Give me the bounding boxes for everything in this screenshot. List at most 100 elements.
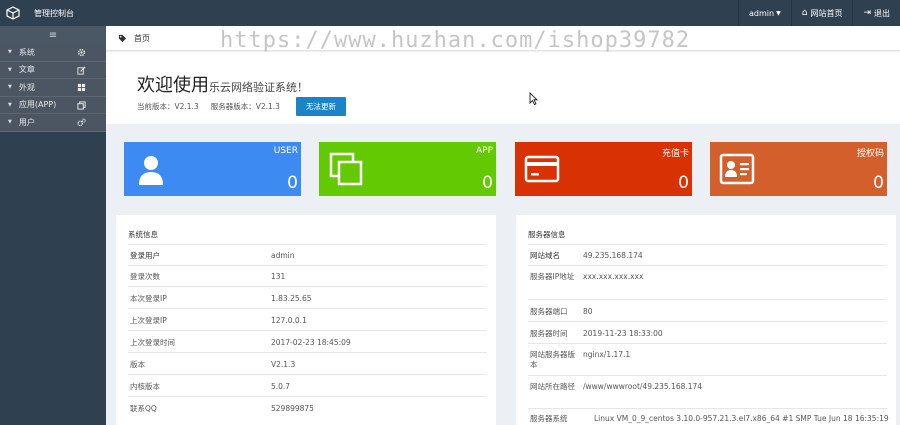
logout-icon: ⇥ xyxy=(863,8,871,18)
logout-label: 退出 xyxy=(874,8,890,18)
row-key: 服务器端口 xyxy=(530,307,568,316)
panel-title: 服务器信息 xyxy=(528,230,566,239)
row-value: 2019-11-23 18:33:00 xyxy=(583,329,663,338)
table-row: 网站所在路径 /www/wwwroot/49.235.168.174 xyxy=(528,375,887,408)
stat-card-app[interactable]: APP 0 xyxy=(319,142,496,196)
table-row: 本次登录IP 1.83.25.65 xyxy=(128,286,487,308)
table-row: 内核版本 5.0.7 xyxy=(128,374,487,396)
table-row: 网站域名 49.235.168.174 xyxy=(528,244,887,265)
welcome-heading: 欢迎使用乐云网络验证系统！ xyxy=(137,71,308,97)
server-version: 服务器版本：V2.1.3 xyxy=(210,102,280,111)
sidebar-item-label: 系统 xyxy=(18,47,35,57)
row-key: 服务器IP地址 xyxy=(530,272,575,281)
sidebar-item-appearance[interactable]: ▼ 外观 xyxy=(0,79,106,97)
row-key: 网站服务器版本 xyxy=(530,350,575,369)
stat-card-label: USER xyxy=(273,146,298,156)
watermark: https://www.huzhan.com/ishop39782 xyxy=(220,28,691,53)
stat-card-label: 授权码 xyxy=(856,149,884,159)
row-key: 上次登录IP xyxy=(130,316,167,325)
table-row: 版本 V2.1.3 xyxy=(128,352,487,374)
row-key: 上次登录时间 xyxy=(130,338,175,347)
row-value: /www/wwwroot/49.235.168.174 xyxy=(583,382,703,391)
row-value: 529899875 xyxy=(271,404,314,413)
sidebar-item-label: 外观 xyxy=(18,82,35,92)
row-key: 网站域名 xyxy=(530,251,560,260)
grid-icon xyxy=(77,83,86,92)
sidebar-item-label: 文章 xyxy=(18,65,35,75)
site-home-label: 网站首页 xyxy=(810,8,843,18)
copy-icon xyxy=(77,100,86,110)
panel-title: 系统信息 xyxy=(128,230,158,239)
sidebar-toggle-button[interactable]: ≡ xyxy=(0,26,106,44)
row-key: 登录次数 xyxy=(130,272,160,281)
row-key: 版本 xyxy=(130,360,145,369)
id-card-icon xyxy=(719,151,755,187)
row-value: 80 xyxy=(583,307,593,316)
stat-card-label: 充值卡 xyxy=(661,149,689,159)
user-menu-label: admin xyxy=(749,8,775,18)
row-key: 内核版本 xyxy=(130,382,160,391)
stat-card-label: APP xyxy=(475,146,493,156)
server-info-panel: 服务器信息 网站域名 49.235.168.174 服务器IP地址 xxx.xx… xyxy=(516,215,896,425)
row-key: 服务器系统 xyxy=(530,414,568,423)
stat-card-value: 0 xyxy=(873,173,884,193)
expand-arrow-icon: ▼ xyxy=(8,49,12,56)
site-home-link[interactable]: ⌂ 网站首页 xyxy=(790,0,853,26)
row-key: 服务器时间 xyxy=(530,329,568,338)
sidebar-item-app[interactable]: ▼ 应用(APP) xyxy=(0,96,106,114)
row-value: 2017-02-23 18:45:09 xyxy=(271,338,351,347)
expand-arrow-icon: ▼ xyxy=(8,119,12,126)
stat-card-value: 0 xyxy=(678,173,689,193)
sidebar-item-system[interactable]: ▼ 系统 xyxy=(0,44,106,62)
logout-link[interactable]: ⇥ 退出 xyxy=(852,0,900,26)
row-value: xxx.xxx.xxx.xxx xyxy=(583,272,644,281)
gear-icon xyxy=(77,48,86,57)
caret-down-icon: ▼ xyxy=(776,9,781,17)
row-key: 联系QQ xyxy=(130,404,157,413)
sidebar-item-label: 用户 xyxy=(18,117,35,127)
app-title: 管理控制台 xyxy=(34,8,74,18)
top-nav: admin ▼ ⌂ 网站首页 ⇥ 退出 xyxy=(738,0,900,26)
breadcrumb-home[interactable]: 首页 xyxy=(134,33,150,44)
welcome-title: 欢迎使用 xyxy=(137,75,209,96)
row-key: 本次登录IP xyxy=(130,294,167,303)
table-row: 服务器系统 Linux VM_0_9_centos 3.10.0-957.21.… xyxy=(528,408,889,425)
stat-card-recharge[interactable]: 充值卡 0 xyxy=(515,142,692,196)
top-navbar: 管理控制台 admin ▼ ⌂ 网站首页 ⇥ 退出 xyxy=(0,0,900,26)
expand-arrow-icon: ▼ xyxy=(8,101,12,108)
stat-card-value: 0 xyxy=(482,173,493,193)
row-value: Linux VM_0_9_centos 3.10.0-957.21.3.el7.… xyxy=(594,414,889,423)
row-value: nginx/1.17.1 xyxy=(583,350,631,359)
version-info: 当前版本：V2.1.3 服务器版本：V2.1.3 xyxy=(137,101,292,112)
row-value: V2.1.3 xyxy=(271,360,296,369)
brand[interactable]: 管理控制台 xyxy=(0,0,106,26)
update-button[interactable]: 无法更新 xyxy=(296,97,346,116)
row-key: 登录用户 xyxy=(130,251,160,260)
row-value: 5.0.7 xyxy=(271,382,291,391)
user-menu[interactable]: admin ▼ xyxy=(738,0,791,26)
stat-card-license[interactable]: 授权码 0 xyxy=(710,142,887,196)
sidebar: ≡ ▼ 系统 ▼ 文章 ▼ 外观 ▼ 应用(APP) ▼ 用户 xyxy=(0,26,106,425)
table-row: 登录次数 131 xyxy=(128,265,487,286)
table-row: 网站服务器版本 nginx/1.17.1 xyxy=(528,343,887,375)
stat-card-user[interactable]: USER 0 xyxy=(124,142,301,196)
sidebar-item-articles[interactable]: ▼ 文章 xyxy=(0,61,106,79)
row-key: 网站所在路径 xyxy=(530,382,575,391)
welcome-subtitle: 乐云网络验证系统！ xyxy=(209,81,308,94)
row-value: 127.0.0.1 xyxy=(271,316,307,325)
current-version: 当前版本：V2.1.3 xyxy=(137,102,199,111)
expand-arrow-icon: ▼ xyxy=(8,66,12,73)
edit-icon xyxy=(77,65,86,75)
system-info-panel: 系统信息 登录用户 admin 登录次数 131 本次登录IP 1.83.25.… xyxy=(116,215,496,425)
tag-icon xyxy=(118,34,127,42)
sidebar-item-users[interactable]: ▼ 用户 xyxy=(0,114,106,132)
expand-arrow-icon: ▼ xyxy=(8,84,12,91)
row-value: 49.235.168.174 xyxy=(583,251,643,260)
table-row: 服务器端口 80 xyxy=(528,299,887,321)
row-value: 1.83.25.65 xyxy=(271,294,312,303)
mouse-cursor-icon xyxy=(529,92,538,105)
windows-icon xyxy=(328,151,364,187)
row-value: 131 xyxy=(271,272,286,281)
row-value: admin xyxy=(271,251,295,260)
table-row: 联系QQ 529899875 xyxy=(128,396,487,418)
